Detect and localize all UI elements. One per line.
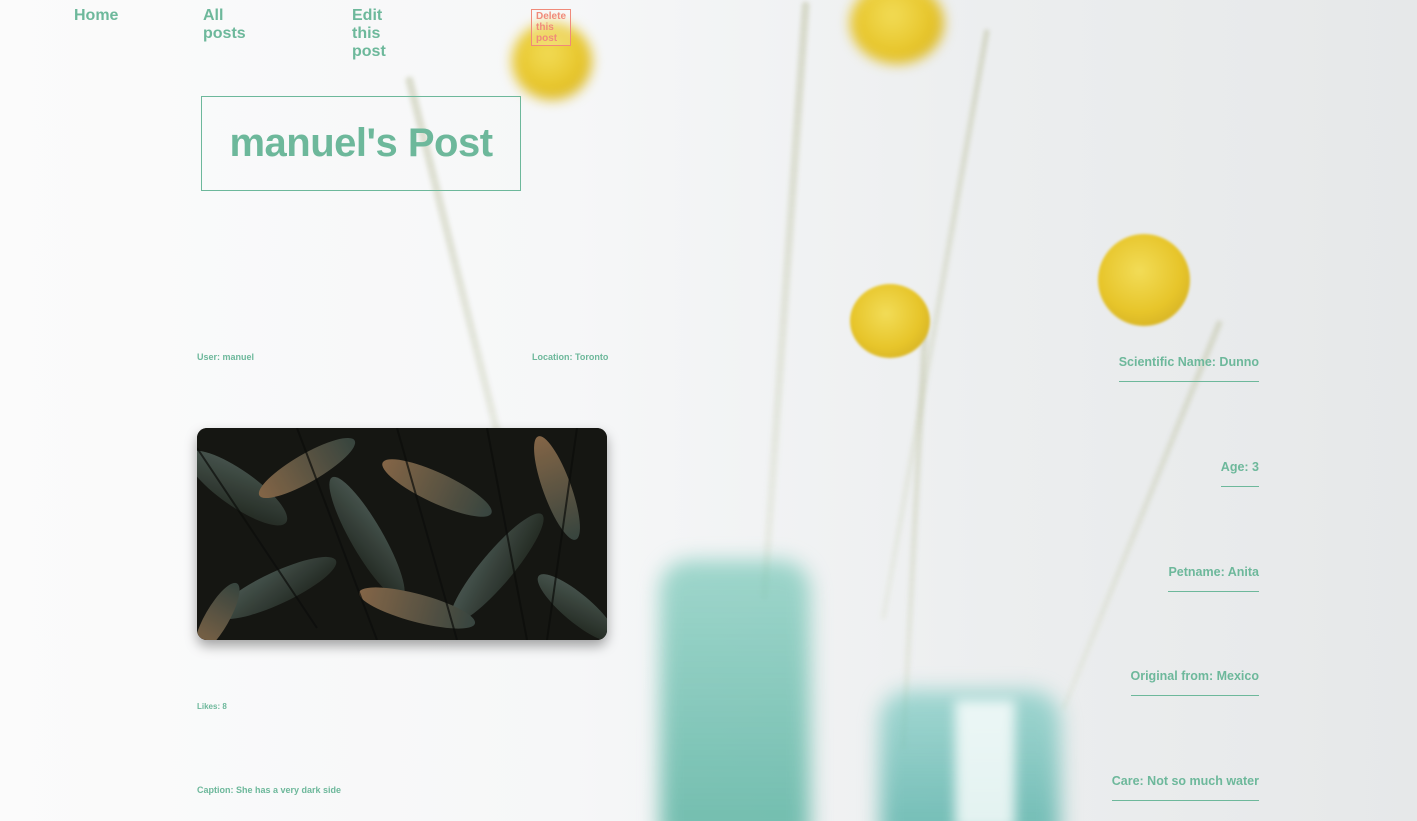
post-caption: Caption: She has a very dark side: [197, 785, 342, 795]
post-title: manuel's Post: [229, 121, 493, 165]
detail-scientific-name: Scientific Name: Dunno: [1118, 355, 1259, 382]
nav-all-posts-link[interactable]: All posts: [203, 7, 246, 43]
nav-home-link[interactable]: Home: [74, 7, 118, 25]
detail-petname: Petname: Anita: [1168, 565, 1259, 592]
detail-origin: Original from: Mexico: [1130, 669, 1259, 696]
post-title-box: manuel's Post: [201, 96, 521, 191]
plant-photo: [197, 428, 607, 640]
plant-image: [197, 428, 607, 640]
delete-post-button[interactable]: Delete this post: [531, 9, 572, 46]
detail-age: Age: 3: [1220, 460, 1259, 487]
nav-edit-post-link[interactable]: Edit this post: [352, 7, 386, 61]
post-likes: Likes: 8: [197, 702, 227, 711]
post-location: Location: Toronto: [532, 352, 609, 362]
detail-care: Care: Not so much water: [1111, 774, 1259, 801]
post-user: User: manuel: [197, 352, 255, 362]
